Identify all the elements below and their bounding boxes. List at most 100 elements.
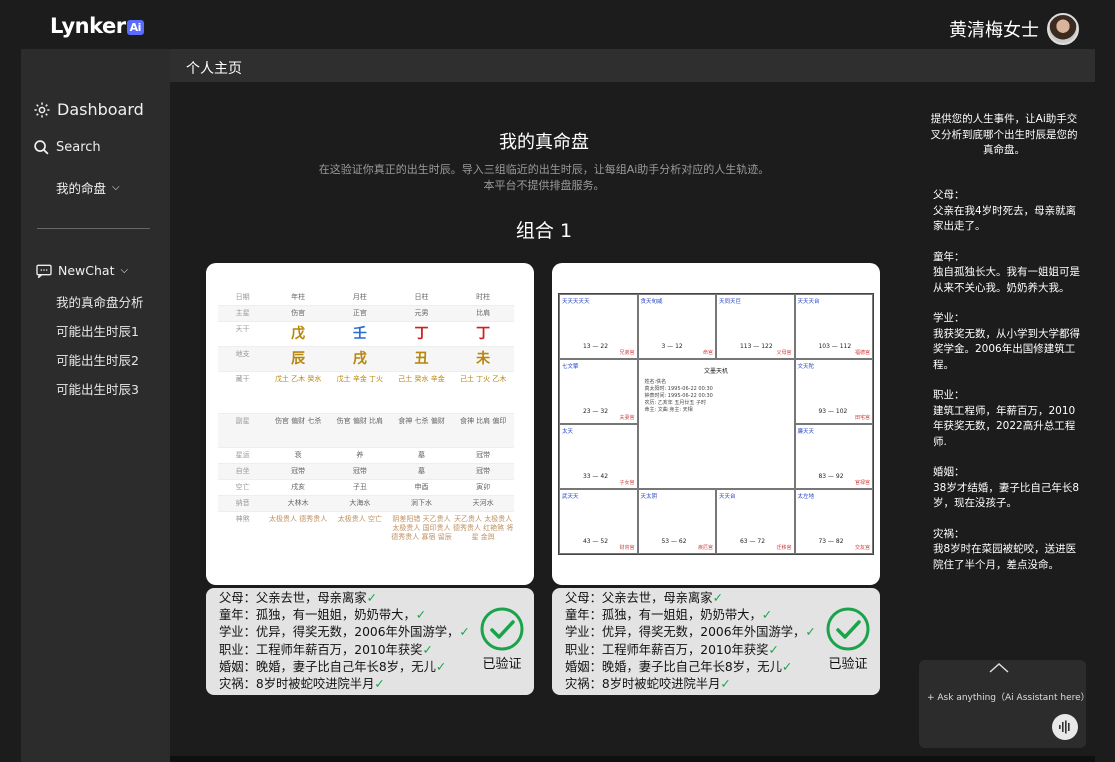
header-strip (170, 49, 1095, 82)
ziwei-grid: 天天天天天 13 — 22 兄弟宫 贪天旬咸 3 — 12 命宫 天同天巨 113 — 1… (558, 293, 874, 555)
event-text: 38岁才结婚，妻子比自己年长8岁，现在没孩子。 (933, 481, 1080, 510)
group-title: 组合 1 (515, 220, 573, 242)
right-panel-intro: 提供您的人生事件，让Ai助手交叉分析到底哪个出生时辰是您的真命盘。 (930, 113, 1078, 156)
check-icon: ✓ (712, 591, 723, 605)
ziwei-palace: 贪天旬咸 3 — 12 命宫 (637, 294, 716, 359)
ziwei-palace: 太天 33 — 42 子女宫 (559, 424, 638, 489)
bazi-table: 日期 年柱 月柱 日柱 时柱 主星 伤官 正官 元男 比肩 天干戊壬丁丁 地支辰戌丑未 藏干 戊土… (218, 290, 514, 578)
sidebar-item-dashboard[interactable]: Dashboard (33, 100, 144, 119)
verified-badge: 已验证 (822, 606, 874, 672)
bazi-row-nayin: 纳音 大林木 大海水 涧下水 天河水 (218, 496, 514, 512)
avatar[interactable] (1047, 13, 1079, 45)
event-text: 父亲在我4岁时死去，母亲就离家出走了。 (933, 204, 1077, 233)
life-event-line: 父母：父亲去世，母亲离家 (565, 591, 713, 605)
sidebar-item-time-3[interactable]: 可能出生时辰3 (56, 379, 139, 398)
ziwei-center: 文墨天机 姓名:佚名 真太阳时: 1995-06-22 00:30 钟表时间: … (637, 359, 795, 489)
chevron-down-icon: ⌵ (112, 182, 120, 193)
life-event-career[interactable]: 职业： 建筑工程师，年薪百万，2010年获奖无数，2022高升总工程师. (933, 388, 1081, 450)
sidebar-item-label: 我的命盘 (56, 181, 107, 196)
event-text: 我8岁时在菜园被蛇咬，送进医院住了半个月，差点没命。 (933, 543, 1077, 571)
life-event-line: 父母：父亲去世，母亲离家 (219, 591, 367, 605)
ziwei-palace: 七文擎 23 — 32 夫妻宫 (559, 359, 638, 424)
page-subtitle: 在这验证你真正的出生时辰。导入三组临近的出生时辰，让每组Ai助手分析对应的人生轨… (300, 162, 788, 194)
life-event-line: 婚姻：晚婚，妻子比自己年长8岁，无儿 (565, 659, 782, 674)
check-icon: ✓ (781, 659, 793, 674)
event-text: 我获奖无数，从小学到大学都得奖学金。2006年出国修建筑工程。 (933, 327, 1080, 371)
ziwei-palace: 天同天巨 113 — 122 父母宫 (716, 294, 795, 359)
life-event-line: 童年：孤独，有一姐姐，奶奶带大， (219, 608, 416, 623)
verified-check-icon (480, 607, 524, 651)
life-event-line: 灾祸：8岁时被蛇咬进院半月 (565, 677, 721, 692)
check-icon: ✓ (435, 659, 447, 674)
chevron-down-icon: ⌵ (120, 265, 129, 276)
check-icon: ✓ (422, 642, 433, 657)
event-title: 婚姻： (933, 466, 965, 478)
event-text: 独自孤独长大。我有一姐姐可是从来不关心我。奶奶养大我。 (933, 266, 1080, 294)
sidebar-item-my-chart[interactable]: 我的命盘 ⌵ (56, 178, 120, 197)
check-icon: ✓ (459, 625, 470, 640)
bazi-row-header: 日期 年柱 月柱 日柱 时柱 (218, 290, 514, 306)
check-icon: ✓ (805, 625, 816, 640)
subtitle-line: 本平台不提供排盘服务。 (483, 179, 605, 192)
sidebar-item-newchat[interactable]: NewChat ⌵ (36, 263, 128, 278)
ziwei-palace: 文天陀 93 — 102 田宅宫 (794, 359, 873, 424)
sidebar-item-label: Dashboard (57, 100, 144, 119)
life-event-childhood[interactable]: 童年： 独自孤独长大。我有一姐姐可是从来不关心我。奶奶养大我。 (933, 250, 1081, 297)
verified-label: 已验证 (482, 657, 522, 672)
verified-check-icon (826, 607, 870, 651)
chat-input[interactable]: + Ask anything（Ai Assistant here） (927, 690, 1090, 703)
check-icon: ✓ (415, 608, 427, 623)
sidebar-item-analysis[interactable]: 我的真命盘分析 (56, 292, 144, 311)
logo-badge: Ai (126, 19, 144, 35)
subtitle-line: 在这验证你真正的出生时辰。导入三组临近的出生时辰，让每组Ai助手分析对应的人生轨… (318, 163, 770, 176)
ziwei-palace: 太左地 73 — 82 交友宫 (794, 489, 873, 554)
user-menu[interactable]: 黄清梅女士 (949, 13, 1079, 45)
sidebar-item-time-2[interactable]: 可能出生时辰2 (56, 350, 139, 369)
chat-icon (36, 264, 52, 278)
chat-box: + Ask anything（Ai Assistant here） (919, 660, 1090, 748)
life-event-parents[interactable]: 父母： 父亲在我4岁时死去，母亲就离家出走了。 (933, 188, 1081, 235)
check-icon: ✓ (374, 677, 385, 692)
voice-input-icon[interactable] (1052, 714, 1078, 740)
event-text: 建筑工程师，年薪百万，2010年获奖无数，2022高升总工程师. (933, 404, 1076, 448)
life-event-marriage[interactable]: 婚姻： 38岁才结婚，妻子比自己年长8岁，现在没孩子。 (933, 465, 1081, 512)
chevron-up-icon[interactable] (989, 662, 1009, 676)
bazi-row-fuxing: 副星 伤官 偏财 七杀 伤官 偏财 比肩 食神 七杀 偏财 食神 比肩 偏印 (218, 414, 514, 448)
check-icon: ✓ (761, 608, 773, 623)
sidebar-item-label: NewChat (58, 263, 115, 278)
life-events-list: 父母：父亲去世，母亲离家✓ 童年：孤独，有一姐姐，奶奶带大，✓ 学业：优异，得奖… (565, 590, 816, 693)
life-event-line: 灾祸：8岁时被蛇咬进院半月 (219, 677, 375, 692)
bazi-row-xingyun: 星运衰养墓冠带 (218, 448, 514, 464)
life-event-education[interactable]: 学业： 我获奖无数，从小学到大学都得奖学金。2006年出国修建筑工程。 (933, 311, 1081, 373)
life-event-disaster[interactable]: 灾祸： 我8岁时在菜园被蛇咬，送进医院住了半个月，差点没命。 (933, 527, 1081, 574)
ziwei-chart-card[interactable]: 天天天天天 13 — 22 兄弟宫 贪天旬咸 3 — 12 命宫 天同天巨 113 — 1… (552, 263, 880, 585)
bazi-row-kongwang: 空亡 戌亥 子丑 申酉 寅卯 (218, 480, 514, 496)
sidebar-divider (37, 228, 150, 229)
bazi-row-canggan: 藏干 戊土 乙木 癸水 戊土 辛金 丁火 己土 癸水 辛金 己土 丁火 乙木 (218, 372, 514, 414)
event-title: 童年： (933, 250, 965, 263)
verified-info-card[interactable]: 父母：父亲去世，母亲离家✓ 童年：孤独，有一姐姐，奶奶带大，✓ 学业：优异，得奖… (206, 588, 534, 695)
verified-info-card[interactable]: 父母：父亲去世，母亲离家✓ 童年：孤独，有一姐姐，奶奶带大，✓ 学业：优异，得奖… (552, 588, 880, 695)
bazi-row-shensha: 神煞 太极贵人 德秀贵人 太极贵人 空亡 阴差阳错 天乙贵人 太极贵人 国印贵人 德秀… (235, 515, 514, 541)
check-icon: ✓ (768, 642, 779, 657)
bazi-row-dizhi: 地支辰戌丑未 (218, 347, 514, 372)
ziwei-palace: 天天天天天 13 — 22 兄弟宫 (559, 294, 638, 359)
logo[interactable]: Lynker Ai (50, 14, 144, 38)
ziwei-palace: 天太阴 53 — 62 疾厄宫 (637, 489, 716, 554)
check-icon: ✓ (720, 677, 731, 692)
ziwei-palace: 廉天天 83 — 92 官禄宫 (794, 424, 873, 489)
sidebar-item-time-1[interactable]: 可能出生时辰1 (56, 321, 139, 340)
ziwei-palace: 天天天台 103 — 112 福德宫 (794, 294, 873, 359)
life-event-line: 学业：优异，得奖无数，2006年外国游学， (565, 625, 806, 640)
event-title: 父母： (933, 189, 965, 201)
ziwei-palace: 武天天 43 — 52 财帛宫 (559, 489, 638, 554)
life-event-line: 童年：孤独，有一姐姐，奶奶带大， (565, 608, 762, 623)
top-bar: Lynker Ai 黄清梅女士 (0, 0, 1115, 48)
bazi-row-zizuo: 自坐 冠带 冠带墓冠带 (218, 464, 514, 480)
verified-label: 已验证 (828, 657, 868, 672)
life-event-line: 学业：优异，得奖无数，2006年外国游学， (219, 625, 460, 640)
life-event-line: 婚姻：晚婚，妻子比自己年长8岁，无儿 (219, 659, 436, 674)
event-title: 学业： (933, 312, 965, 324)
ziwei-palace: 天天台 63 — 72 迁移宫 (716, 489, 795, 554)
bazi-chart-card[interactable]: 日期 年柱 月柱 日柱 时柱 主星 伤官 正官 元男 比肩 天干戊壬丁丁 地支辰戌丑未 藏干 戊土… (206, 263, 534, 585)
